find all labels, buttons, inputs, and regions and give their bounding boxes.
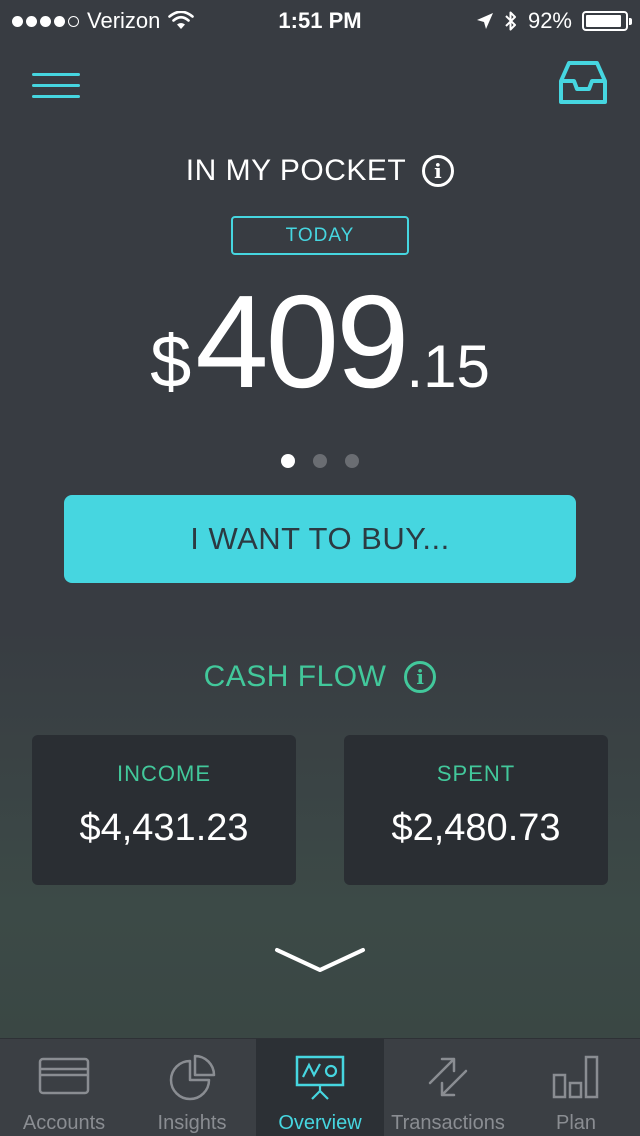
spent-label: SPENT — [436, 761, 516, 786]
tab-transactions[interactable]: Transactions — [384, 1039, 512, 1136]
page-dot[interactable] — [313, 454, 327, 468]
income-label: INCOME — [117, 761, 211, 786]
hamburger-menu-icon[interactable] — [32, 70, 80, 100]
spent-value: $2,480.73 — [391, 807, 561, 849]
tab-plan[interactable]: Plan — [512, 1039, 640, 1136]
in-my-pocket-title: IN MY POCKET — [185, 154, 407, 187]
currency-symbol: $ — [150, 320, 192, 403]
presentation-board-icon — [295, 1055, 345, 1100]
inbox-icon[interactable] — [558, 60, 608, 106]
battery-level — [586, 15, 621, 27]
credit-card-icon — [38, 1057, 90, 1095]
info-icon[interactable]: i — [404, 661, 437, 693]
bar-chart-icon — [552, 1055, 599, 1099]
tab-label: Transactions — [391, 1112, 505, 1134]
tab-overview[interactable]: Overview — [256, 1039, 384, 1136]
page-dot[interactable] — [281, 454, 295, 468]
status-bar: Verizon 1:51 PM 92% — [0, 0, 640, 40]
page-dot[interactable] — [345, 454, 359, 468]
income-value: $4,431.23 — [79, 807, 249, 849]
income-card[interactable]: INCOME $4,431.23 — [32, 735, 296, 885]
tab-insights[interactable]: Insights — [128, 1039, 256, 1136]
amount-whole: 409 — [195, 268, 409, 415]
page-indicator — [0, 454, 640, 468]
tab-accounts[interactable]: Accounts — [0, 1039, 128, 1136]
in-my-pocket-heading: IN MY POCKET i — [0, 154, 640, 188]
pie-chart-icon — [169, 1054, 216, 1101]
i-want-to-buy-button[interactable]: I WANT TO BUY... — [64, 495, 576, 583]
tab-label: Overview — [278, 1112, 362, 1134]
info-icon[interactable]: i — [422, 155, 455, 187]
amount-cents: .15 — [406, 333, 490, 400]
in-my-pocket-amount: $ 409 .15 — [0, 268, 640, 415]
tab-label: Accounts — [22, 1112, 106, 1134]
chevron-down-icon[interactable] — [274, 940, 366, 980]
tab-bar: Accounts Insights Overview Transactions … — [0, 1038, 640, 1136]
swap-arrows-icon — [428, 1057, 468, 1097]
tab-label: Plan — [555, 1112, 597, 1134]
cash-flow-title: CASH FLOW — [203, 660, 387, 693]
battery-icon — [582, 11, 632, 31]
cash-flow-heading: CASH FLOW i — [0, 660, 640, 694]
location-arrow-icon — [476, 13, 493, 29]
spent-card[interactable]: SPENT $2,480.73 — [344, 735, 608, 885]
battery-percent: 92% — [527, 8, 572, 33]
status-right: 92% — [476, 8, 632, 34]
period-selector[interactable]: TODAY — [231, 216, 409, 255]
tab-label: Insights — [157, 1112, 227, 1134]
bluetooth-icon — [505, 11, 516, 31]
